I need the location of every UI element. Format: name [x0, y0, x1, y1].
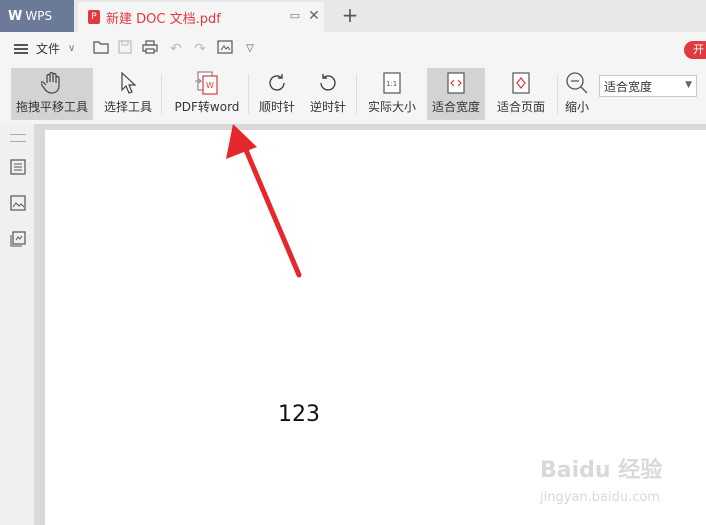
- svg-text:1:1: 1:1: [386, 80, 397, 88]
- toolbar-divider: [356, 74, 357, 114]
- zoom-out-button[interactable]: 缩小: [561, 68, 593, 120]
- rotate-clockwise-button[interactable]: 顺时针: [255, 68, 299, 120]
- rotate-counterclockwise-button[interactable]: 逆时针: [306, 68, 350, 120]
- zoom-out-label: 缩小: [564, 100, 589, 114]
- file-menu-label: 文件: [36, 42, 61, 56]
- fit-page-icon: [512, 68, 530, 98]
- rotate-clockwise-icon: [266, 68, 288, 98]
- export-image-icon[interactable]: [216, 40, 234, 58]
- window-pin-icon[interactable]: ▭: [288, 9, 302, 23]
- fit-page-button[interactable]: 适合页面: [492, 68, 550, 120]
- hand-icon: [41, 68, 63, 98]
- actual-size-icon: 1:1: [383, 68, 401, 98]
- undo-icon[interactable]: ↶: [167, 40, 185, 58]
- thumbnail-image-icon[interactable]: [9, 194, 26, 211]
- chevron-down-icon: ▼: [685, 80, 692, 90]
- tab-bar: W WPS P 新建 DOC 文档.pdf ▭ ✕ +: [0, 0, 706, 32]
- svg-text:W: W: [206, 81, 214, 90]
- document-tab[interactable]: P 新建 DOC 文档.pdf ▭ ✕: [78, 2, 324, 32]
- hamburger-icon: [14, 43, 28, 54]
- fit-width-button[interactable]: 适合宽度: [427, 68, 485, 120]
- pdf-to-word-icon: W: [194, 68, 220, 98]
- pan-tool-button[interactable]: 拖拽平移工具: [11, 68, 93, 120]
- fit-width-icon: [447, 68, 465, 98]
- rotate-clockwise-label: 顺时针: [258, 100, 295, 114]
- rotate-counterclockwise-label: 逆时针: [309, 100, 346, 114]
- actual-size-button[interactable]: 1:1 实际大小: [364, 68, 420, 120]
- wps-home-label: WPS: [25, 9, 53, 23]
- pdf-file-icon: P: [88, 10, 100, 24]
- pdf-to-word-label: PDF转word: [174, 100, 240, 114]
- redo-icon[interactable]: ↷: [191, 40, 209, 58]
- zoom-level-select[interactable]: 适合宽度 ▼: [599, 75, 697, 97]
- left-sidebar: [0, 124, 34, 525]
- page-body-text: 123: [278, 402, 320, 427]
- close-tab-icon[interactable]: ✕: [306, 8, 322, 24]
- actual-size-label: 实际大小: [367, 100, 416, 114]
- toolbar-divider: [557, 74, 558, 114]
- select-tool-button[interactable]: 选择工具: [100, 68, 156, 120]
- fit-width-label: 适合宽度: [431, 100, 480, 114]
- annotation-list-icon[interactable]: [9, 230, 26, 247]
- rotate-counterclockwise-icon: [317, 68, 339, 98]
- toolbar-divider: [161, 74, 162, 114]
- wps-home-tab[interactable]: W WPS: [0, 0, 74, 32]
- baidu-watermark: Baidu 经验 jingyan.baidu.com: [540, 452, 700, 512]
- open-folder-icon[interactable]: [92, 40, 110, 58]
- zoom-out-icon: [565, 68, 589, 98]
- pdf-to-word-button[interactable]: W PDF转word: [172, 68, 242, 120]
- watermark-brand: Baidu 经验: [540, 458, 663, 483]
- document-tab-title: 新建 DOC 文档.pdf: [106, 11, 221, 27]
- pan-tool-label: 拖拽平移工具: [15, 100, 88, 114]
- toolbar-divider: [248, 74, 249, 114]
- new-tab-button[interactable]: +: [338, 4, 362, 28]
- cursor-icon: [120, 68, 136, 98]
- chevron-down-icon: ∨: [68, 43, 76, 54]
- watermark-url: jingyan.baidu.com: [540, 490, 660, 505]
- wps-logo-icon: W: [8, 8, 23, 24]
- quick-access-dropdown-icon[interactable]: ▽: [241, 40, 259, 58]
- sidebar-grip-icon[interactable]: [10, 134, 26, 142]
- print-icon[interactable]: [141, 40, 159, 58]
- start-badge[interactable]: 开: [684, 41, 706, 59]
- outline-icon[interactable]: [9, 158, 26, 175]
- fit-page-label: 适合页面: [496, 100, 545, 114]
- select-tool-label: 选择工具: [103, 100, 152, 114]
- pdf-toolbar: 拖拽平移工具 选择工具 W PDF转word 顺时针 逆时针 1:1 实际大小: [0, 66, 706, 125]
- menu-row: 文件 ∨ ↶ ↷ ▽ 开: [0, 32, 706, 66]
- zoom-level-value: 适合宽度: [604, 79, 653, 94]
- save-icon[interactable]: [116, 40, 134, 58]
- file-menu-button[interactable]: 文件 ∨: [14, 40, 75, 57]
